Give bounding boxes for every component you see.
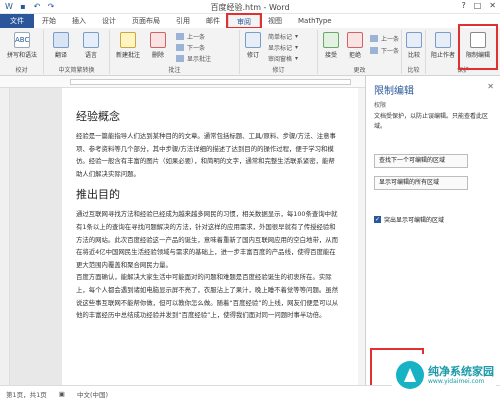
prev-change-icon: [370, 35, 378, 42]
title-bar: W ▪ ↶ ↷ 百度经验.htm - Word ? □ ✕: [0, 0, 500, 14]
document-page[interactable]: 经验概念 经验是一篇能指导人们达到某种目的的文章。通常包括标题、工具/原料、步骤…: [62, 88, 358, 385]
group-changes: 接受 拒绝 上一条 下一条 更改: [318, 30, 402, 74]
next-change-button[interactable]: 下一条: [370, 46, 399, 55]
track-changes-icon: [245, 32, 261, 48]
tab-layout[interactable]: 页面布局: [124, 14, 168, 28]
next-comment-icon: [176, 44, 184, 51]
tab-mailings[interactable]: 邮件: [198, 14, 228, 28]
tab-insert[interactable]: 插入: [64, 14, 94, 28]
show-markup-dropdown[interactable]: 显示标记 ▾: [268, 43, 298, 52]
pane-subtitle: 权限: [374, 102, 387, 109]
tab-design[interactable]: 设计: [94, 14, 124, 28]
show-comments-button[interactable]: 显示批注: [176, 54, 211, 63]
group-proofing: ABC 拼写和语法 校对: [0, 30, 44, 74]
delete-comment-icon: [150, 32, 166, 48]
spelling-grammar-button[interactable]: ABC 拼写和语法: [2, 32, 42, 59]
group-label-language: 中文简繁转换: [58, 67, 95, 74]
group-comments: 新建批注 删除 上一条 下一条 显示批注 批注: [110, 30, 240, 74]
ribbon: ABC 拼写和语法 校对 翻译 语言 中文简繁转换 新建批注 删除 上一条 下一…: [0, 28, 500, 76]
highlight-regions-checkbox[interactable]: ✓ 突出显示可编辑的区域: [374, 215, 444, 224]
checkbox-checked-icon: ✓: [374, 216, 381, 223]
heading-purpose: 推出目的: [76, 188, 120, 202]
chevron-down-icon: ▾: [295, 55, 299, 62]
show-all-regions-button[interactable]: 显示可编辑的所有区域: [374, 176, 468, 190]
show-comments-icon: [176, 55, 184, 62]
prev-comment-button[interactable]: 上一条: [176, 32, 205, 41]
compare-icon: [406, 32, 422, 48]
help-button[interactable]: ?: [461, 1, 465, 10]
prev-comment-icon: [176, 33, 184, 40]
next-change-icon: [370, 47, 378, 54]
prev-change-button[interactable]: 上一条: [370, 34, 399, 43]
status-language[interactable]: 中文(中国): [77, 389, 108, 399]
spelling-icon: ABC: [14, 32, 30, 48]
group-language: 翻译 语言 中文简繁转换: [44, 30, 110, 74]
pane-description: 文档受保护，以防止误编辑。只能查看此区域。: [374, 113, 489, 130]
close-window-button[interactable]: ✕: [489, 1, 496, 10]
delete-comment-button[interactable]: 删除: [146, 32, 170, 59]
accept-button[interactable]: 接受: [320, 32, 342, 59]
watermark-logo-icon: [396, 361, 424, 389]
site-watermark: 纯净系统家园 www.yidaimei.com: [392, 354, 496, 396]
tab-mathtype[interactable]: MathType: [290, 14, 340, 28]
paragraph-purpose-2: 百度方面确认，能解决大家生活中可能面对的问题和难题是百度经验诞生的初衷所在。实际…: [76, 273, 339, 320]
accept-icon: [323, 32, 339, 48]
group-label-tracking: 修订: [272, 67, 285, 74]
paragraph-concept: 经验是一篇能指导人们达到某种目的的文章。通常包括标题、工具/原料、步骤/方法、注…: [76, 132, 336, 178]
language-button[interactable]: 语言: [78, 32, 104, 59]
pane-title: 限制编辑: [374, 86, 414, 97]
new-comment-button[interactable]: 新建批注: [114, 32, 142, 59]
restrict-editing-highlight: [458, 24, 498, 70]
group-label-proofing: 校对: [15, 67, 28, 74]
tab-home[interactable]: 开始: [34, 14, 64, 28]
translate-button[interactable]: 翻译: [48, 32, 74, 59]
block-authors-button[interactable]: 阻止作者: [428, 32, 458, 59]
tab-file[interactable]: 文件: [0, 14, 34, 28]
block-authors-icon: [435, 32, 451, 48]
tab-review[interactable]: 审阅: [226, 13, 262, 29]
vertical-ruler[interactable]: [0, 88, 10, 385]
watermark-url: www.yidaimei.com: [428, 378, 485, 385]
review-pane-dropdown[interactable]: 审阅窗格 ▾: [268, 54, 298, 63]
chevron-down-icon: ▾: [295, 33, 299, 40]
ribbon-tabs: 文件 开始 插入 设计 页面布局 引用 邮件 审阅 视图 MathType: [0, 13, 500, 29]
vertical-scrollbar[interactable]: [358, 88, 365, 385]
compare-button[interactable]: 比较: [404, 32, 424, 59]
next-comment-button[interactable]: 下一条: [176, 43, 205, 52]
group-tracking: 修订 简单标记 ▾ 显示标记 ▾ 审阅窗格 ▾ 修订: [240, 30, 318, 74]
reject-icon: [347, 32, 363, 48]
group-label-changes: 更改: [353, 67, 366, 74]
markup-dropdown[interactable]: 简单标记 ▾: [268, 32, 298, 41]
paragraph-purpose: 通过互联网寻找方法和经验已经成为越来越多网民的习惯，相关数据显示，每100条查询…: [76, 210, 339, 269]
language-icon: [83, 32, 99, 48]
group-label-compare: 比较: [407, 67, 420, 74]
watermark-brand: 纯净系统家园: [428, 365, 494, 378]
horizontal-ruler[interactable]: [0, 76, 365, 88]
tab-view[interactable]: 视图: [260, 14, 290, 28]
window-controls: ? □ ✕: [461, 1, 496, 10]
group-label-comments: 批注: [168, 67, 181, 74]
chevron-down-icon: ▾: [295, 44, 299, 51]
reject-button[interactable]: 拒绝: [344, 32, 366, 59]
window-title: 百度经验.htm - Word: [210, 3, 290, 12]
status-proofing-icon[interactable]: ▣: [59, 390, 65, 398]
heading-concept: 经验概念: [76, 110, 120, 123]
restrict-editing-pane: 限制编辑 ✕ 权限 文档受保护，以防止误编辑。只能查看此区域。 查找下一个可编辑…: [365, 76, 500, 385]
new-comment-icon: [120, 32, 136, 48]
track-changes-button[interactable]: 修订: [242, 32, 264, 59]
translate-icon: [53, 32, 69, 48]
page-count[interactable]: 第1页，共1页: [6, 389, 47, 399]
restore-button[interactable]: □: [474, 1, 482, 10]
pane-close-button[interactable]: ✕: [487, 82, 494, 91]
group-compare: 比较 比较: [402, 30, 426, 74]
document-area: 经验概念 经验是一篇能指导人们达到某种目的的文章。通常包括标题、工具/原料、步骤…: [10, 88, 365, 385]
tab-references[interactable]: 引用: [168, 14, 198, 28]
find-next-region-button[interactable]: 查找下一个可编辑的区域: [374, 154, 468, 168]
